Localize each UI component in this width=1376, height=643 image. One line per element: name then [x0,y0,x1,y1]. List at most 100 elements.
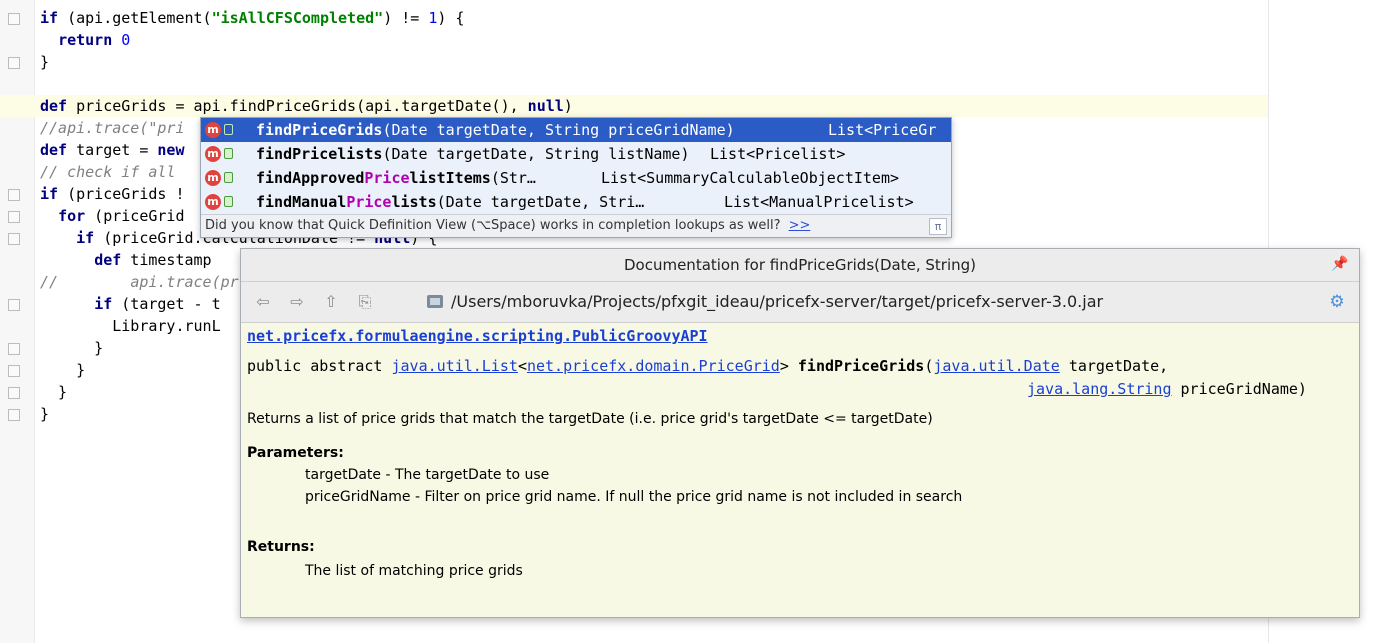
code-token: api.trace(pr [130,273,239,291]
code-token: if [40,185,59,203]
code-token: // [40,273,59,291]
method-declaration-cont: java.lang.String priceGridName) [1027,380,1307,398]
code-line[interactable]: if (api.getElement("isAllCFSCompleted") … [0,7,1268,29]
param-line: priceGridName - Filter on price grid nam… [305,489,963,505]
code-text: return 0 [40,29,130,51]
decl-gt: > [779,357,798,375]
code-token: if [40,9,59,27]
completion-item[interactable]: m findApprovedPricelistItems(Str… List<Sum… [201,166,951,190]
code-token: //api.trace("pri [40,119,185,137]
hint-text: Did you know that Quick Definition View … [205,218,781,233]
code-token: ) [563,97,573,115]
code-token: (target - t [112,295,221,313]
doc-title-text: Documentation for findPriceGrids(Date, S… [623,256,977,274]
class-link[interactable]: net.pricefx.formulaengine.scripting.Publ… [247,327,708,345]
code-token: (priceGrid [85,207,185,225]
code-token: return [58,31,113,49]
visibility-icon [224,148,233,159]
completion-params: (Date targetDate, Stri… [436,193,645,211]
code-token: if [76,229,95,247]
code-token: (priceGrids ! [58,185,185,203]
code-text: def timestamp [40,249,211,271]
completion-name-suffix: listItems [409,169,491,187]
method-declaration: public abstract java.util.List<net.price… [247,357,1168,375]
pin-icon[interactable]: 📌 [1331,255,1349,273]
completion-signature: findApprovedPricelistItems(Str… [256,166,536,190]
code-text: } [40,403,49,425]
code-token: if [94,295,113,313]
code-line[interactable]: } [0,51,1268,73]
decl-method-name: findPriceGrids [797,357,925,375]
code-token: } [40,53,50,71]
completion-name-suffix: lists [337,145,383,163]
code-token: // check if all [40,163,176,181]
method-icon: m [205,146,221,162]
parameters-heading: Parameters: [247,445,344,461]
completion-hint: Did you know that Quick Definition View … [201,214,951,237]
code-token: } [40,383,68,401]
completion-signature: findManualPricelists(Date targetDate, St… [256,190,644,214]
completion-name-match: Price [346,193,392,211]
visibility-icon [224,124,233,135]
forward-arrow-icon[interactable]: ⇨ [287,292,307,312]
code-text: Library.runL [40,315,221,337]
code-text: if (target - t [40,293,221,315]
visibility-icon [224,196,233,207]
string-type-link[interactable]: java.lang.String [1027,380,1172,398]
code-token: } [40,405,50,423]
pi-icon[interactable]: π [929,218,947,235]
method-icon: m [205,170,221,186]
code-token: } [40,361,86,379]
code-line[interactable]: def priceGrids = api.findPriceGrids(api.… [0,95,1268,117]
code-text: // api.trace(pr [40,271,239,293]
code-token: (api.getElement( [58,9,212,27]
decl-param1: targetDate, [1059,357,1169,375]
code-text: } [40,337,103,359]
decl-modifiers: public abstract [247,357,392,375]
completion-popup: m findPriceGrids(Date targetDate, String … [200,117,952,238]
code-line[interactable] [0,73,1268,95]
up-arrow-icon[interactable]: ⇧ [321,292,341,312]
code-token: null [527,97,564,115]
hint-more-link[interactable]: >> [789,218,811,233]
completion-return-type: List<SummaryCalculableObjectItem> [601,169,900,187]
completion-name-prefix: findApproved [256,169,365,187]
returns-heading: Returns: [247,539,315,555]
code-token: ) { [437,9,465,27]
method-icon: m [205,194,221,210]
gear-icon[interactable]: ⚙ [1327,292,1347,312]
list-type-link[interactable]: java.util.List [392,357,518,375]
completion-name-suffix: lists [391,193,437,211]
code-line[interactable]: return 0 [0,29,1268,51]
pricegrid-type-link[interactable]: net.pricefx.domain.PriceGrid [527,357,780,375]
decl-lt: < [517,357,527,375]
edit-source-icon[interactable]: ⎘ [355,292,375,312]
code-text: } [40,359,85,381]
completion-return-type: List<PriceGr [828,121,937,139]
completion-item[interactable]: m findManualPricelists(Date targetDate, S… [201,190,951,214]
completion-name-match: findPriceGrids [256,121,383,139]
code-text: } [40,51,49,73]
completion-params: (Date targetDate, String priceGridName) [382,121,735,139]
code-text: if (api.getElement("isAllCFSCompleted") … [40,7,464,29]
code-text: //api.trace("pri [40,117,185,139]
doc-description: Returns a list of price grids that match… [247,411,933,427]
doc-location-path: /Users/mboruvka/Projects/pfxgit_ideau/pr… [451,292,1104,311]
visibility-icon [224,172,233,183]
date-type-link[interactable]: java.util.Date [933,357,1059,375]
back-arrow-icon[interactable]: ⇦ [253,292,273,312]
completion-item[interactable]: m findPriceGrids(Date targetDate, String … [201,118,951,142]
documentation-popup: Documentation for findPriceGrids(Date, S… [240,248,1360,618]
code-token: def [94,251,122,269]
code-text: def priceGrids = api.findPriceGrids(api.… [40,95,573,117]
code-token: Library.runL [40,317,221,335]
completion-signature: findPriceGrids(Date targetDate, String p… [256,118,735,142]
completion-item[interactable]: m findPricelists(Date targetDate, String … [201,142,951,166]
decl-param2: priceGridName) [1171,380,1307,398]
code-token: 0 [121,31,131,49]
